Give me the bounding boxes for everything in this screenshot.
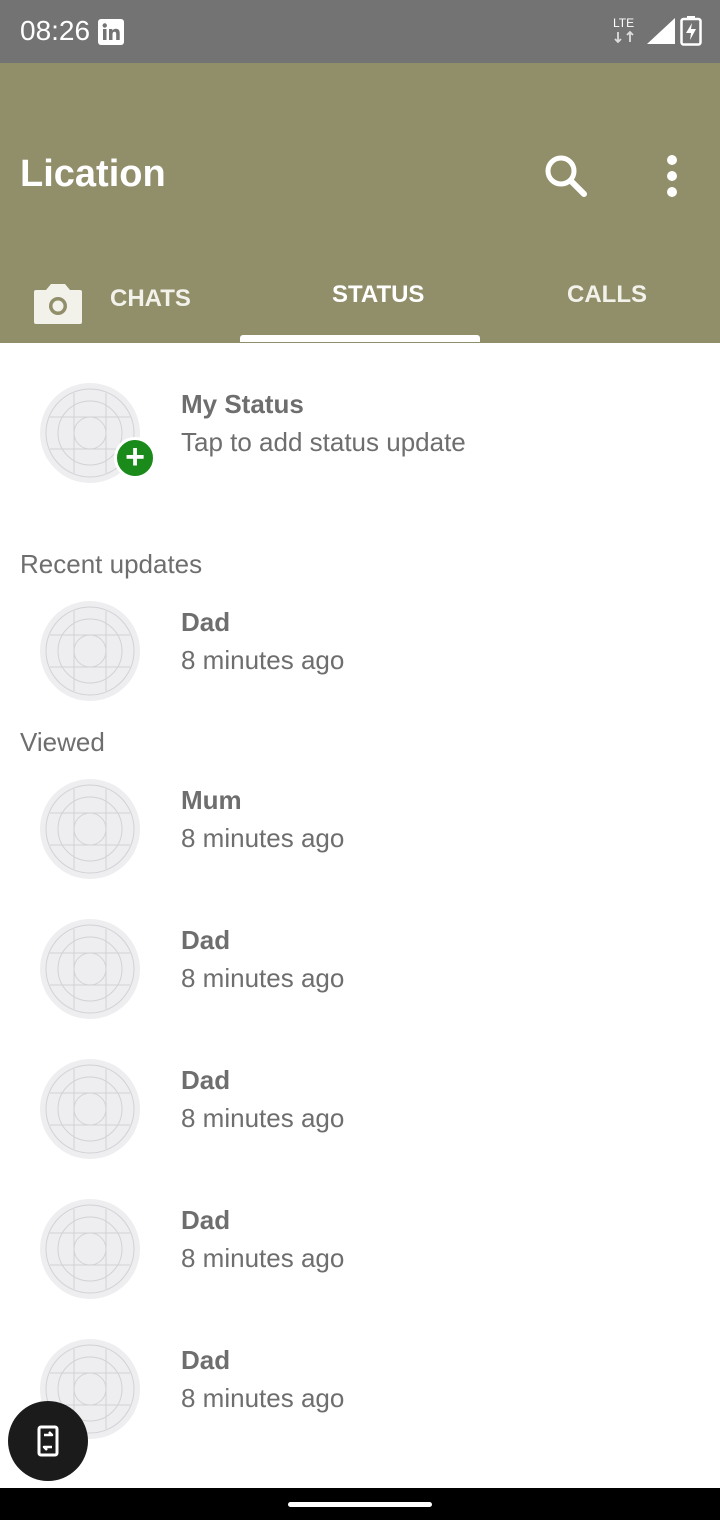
update-time: 8 minutes ago — [181, 823, 345, 853]
avatar — [40, 1059, 140, 1159]
section-recent-updates: Recent updates — [20, 549, 203, 579]
update-time: 8 minutes ago — [181, 1103, 345, 1133]
battery-charging-icon — [680, 16, 702, 46]
rotate-screen-icon — [37, 1425, 59, 1457]
contact-name: Dad — [181, 1205, 231, 1235]
section-viewed: Viewed — [20, 727, 105, 757]
tab-status[interactable]: STATUS — [332, 281, 424, 309]
tab-chats[interactable]: CHATS — [110, 285, 191, 313]
avatar — [40, 779, 140, 879]
avatar — [40, 1199, 140, 1299]
rotate-screen-button[interactable] — [8, 1401, 88, 1481]
contact-name: Dad — [181, 1065, 231, 1095]
app-title: Lication — [20, 153, 166, 195]
linkedin-icon — [98, 19, 124, 45]
my-status-subtitle: Tap to add status update — [181, 427, 466, 457]
contact-name: Dad — [181, 1345, 231, 1375]
avatar — [40, 601, 140, 701]
status-bar: 08:26 LTE — [0, 0, 720, 63]
update-time: 8 minutes ago — [181, 1383, 345, 1413]
search-icon[interactable] — [540, 151, 592, 203]
clock: 08:26 — [20, 15, 91, 46]
my-status-name: My Status — [181, 389, 304, 419]
camera-icon[interactable] — [30, 278, 86, 326]
svg-text:LTE: LTE — [613, 16, 634, 30]
update-time: 8 minutes ago — [181, 963, 345, 993]
add-status-badge[interactable]: + — [114, 437, 156, 479]
signal-icon — [647, 18, 675, 44]
update-time: 8 minutes ago — [181, 1243, 345, 1273]
contact-name: Dad — [181, 607, 231, 637]
contact-name: Dad — [181, 925, 231, 955]
lte-icon: LTE — [613, 16, 634, 44]
contact-name: Mum — [181, 785, 242, 815]
app-bar: Lication CHATS STATUS CALLS — [0, 63, 720, 343]
tab-indicator — [240, 335, 480, 342]
home-handle[interactable] — [288, 1502, 432, 1507]
update-time: 8 minutes ago — [181, 645, 345, 675]
avatar — [40, 919, 140, 1019]
tab-calls[interactable]: CALLS — [567, 281, 647, 309]
more-vert-icon[interactable] — [652, 151, 692, 203]
navigation-bar — [0, 1488, 720, 1520]
